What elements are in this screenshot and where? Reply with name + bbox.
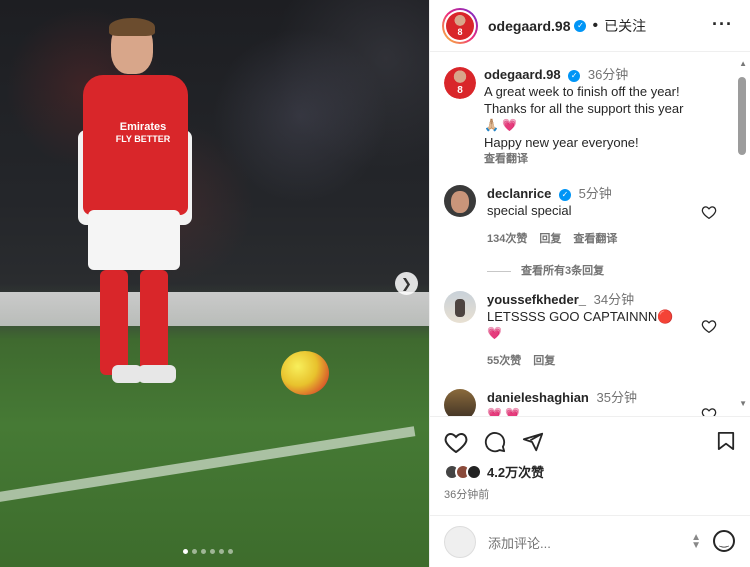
translate-button[interactable]: 查看翻译 [573,230,617,246]
comment-input[interactable]: 添加评论... [488,533,551,552]
player-shorts [88,210,180,270]
football [281,351,329,395]
verified-badge-icon: ✓ [568,69,581,82]
comment-meta: 134次赞 回复 查看翻译 [487,230,617,246]
comment-text: 💗 💗 [487,407,521,416]
carousel-dot[interactable] [201,549,206,554]
heart-icon[interactable] [701,205,717,219]
carousel-dot[interactable] [219,549,224,554]
shirt-sponsor: Emirates FLY BETTER [108,121,178,145]
heart-icon[interactable] [444,431,468,453]
more-options-icon[interactable]: ··· [712,14,733,35]
post-header: 8 odegaard.98 ✓ • 已关注 ··· [430,0,750,52]
heart-icon[interactable] [701,407,717,416]
comment-meta: 55次赞 回复 [487,352,555,368]
avatar: 8 [444,9,476,42]
crowd-background [0,0,429,290]
carousel-dot[interactable] [192,549,197,554]
caption-line-2: Thanks for all the support this year [484,101,684,116]
reply-button[interactable]: 回复 [539,230,561,246]
action-icons [444,431,544,453]
comment-time: 35分钟 [596,390,637,405]
scrollbar-thumb[interactable] [738,77,746,155]
view-replies-label: 查看所有3条回复 [521,265,605,277]
caption-time: 36分钟 [587,67,629,82]
comment-icon[interactable] [484,431,506,453]
comment-likes[interactable]: 55次赞 [487,352,521,368]
chevron-right-icon: ❯ [401,275,412,291]
share-icon[interactable] [522,431,544,453]
comment-composer: 添加评论... ▲ ▼ ‿ [430,515,750,567]
view-replies-button[interactable]: 查看所有3条回复 [487,262,604,278]
story-ring[interactable]: 8 [442,7,478,44]
avatar-image: 8 [444,67,476,99]
caption-emojis: 🙏🏼 💗 [484,118,518,132]
comment-time: 34分钟 [593,292,635,307]
caption-translate-link[interactable]: 查看翻译 [484,151,714,168]
caption-avatar[interactable]: 8 [444,67,476,99]
follow-status-button[interactable]: 已关注 [604,16,646,36]
post-date: 36分钟前 [444,489,490,501]
carousel-dot[interactable] [210,549,215,554]
scroll-down-arrow-icon[interactable]: ▼ [739,399,747,408]
post-actions: 4.2万次赞 36分钟前 添加评论... ▲ ▼ ‿ [430,416,750,567]
post-photo: Emirates FLY BETTER ❯ [0,0,429,567]
header-username[interactable]: odegaard.98 [488,18,570,34]
caption: odegaard.98 ✓ 36分钟 A great week to finis… [484,66,714,168]
comment: declanrice ✓ 5分钟 special special [487,185,707,219]
carousel-dot[interactable] [228,549,233,554]
pitch-line [0,426,416,505]
resize-handle-icon[interactable]: ▲ ▼ [691,533,701,551]
comment: danieleshaghian 35分钟 💗 💗 [487,389,707,416]
liker-avatar [466,463,482,480]
player-hair [109,18,155,36]
heart-icon[interactable] [701,319,717,333]
verified-badge-icon: ✓ [574,19,587,32]
comment-text: LETSSSS GOO CAPTAINNN🔴 [487,309,674,324]
player-sock-right [140,270,168,375]
comment-username[interactable]: declanrice [487,186,551,201]
dot-separator: • [592,16,599,34]
post-side-panel: 8 odegaard.98 ✓ • 已关注 ··· 8 odegaard.98 … [429,0,750,567]
comment-text: special special [487,203,572,218]
comment: youssefkheder_ 34分钟 LETSSSS GOO CAPTAINN… [487,291,707,342]
caption-line-1: A great week to finish off the year! [484,84,680,99]
avatar-image [451,191,469,213]
comment-likes[interactable]: 134次赞 [487,230,527,246]
player-sock-left [100,270,128,375]
avatar-image: 8 [446,11,474,40]
shirt-sponsor-line1: Emirates [119,121,167,133]
comment-text-emoji: 💗 [487,326,502,340]
divider [487,270,511,272]
carousel-dots [183,549,233,554]
verified-badge-icon: ✓ [558,188,571,201]
comment-time: 5分钟 [578,186,612,201]
comment-avatar[interactable] [444,185,476,217]
comments-section[interactable]: 8 odegaard.98 ✓ 36分钟 A great week to fin… [430,53,750,416]
player-boot-right [138,365,176,383]
carousel-next-button[interactable]: ❯ [395,272,418,295]
reply-button[interactable]: 回复 [533,352,555,368]
avatar-image [455,299,465,317]
bookmark-icon[interactable] [717,431,735,451]
player-shirt [83,75,188,215]
comment-avatar[interactable] [444,291,476,323]
caption-username[interactable]: odegaard.98 [484,67,561,82]
scroll-up-arrow-icon[interactable]: ▲ [739,59,747,68]
carousel-dot[interactable] [183,549,188,554]
avatar [444,526,476,558]
comment-avatar[interactable] [444,389,476,416]
comment-username[interactable]: youssefkheder_ [487,292,586,307]
likes-row[interactable]: 4.2万次赞 [444,462,544,481]
emoji-icon[interactable]: ‿ [713,530,735,552]
football-player: Emirates FLY BETTER [78,18,193,390]
shirt-sponsor-line2: FLY BETTER [115,134,171,144]
likes-count[interactable]: 4.2万次赞 [487,462,544,481]
advertising-board [0,292,429,326]
comment-username[interactable]: danieleshaghian [487,390,589,405]
caption-line-3: Happy new year everyone! [484,135,639,150]
